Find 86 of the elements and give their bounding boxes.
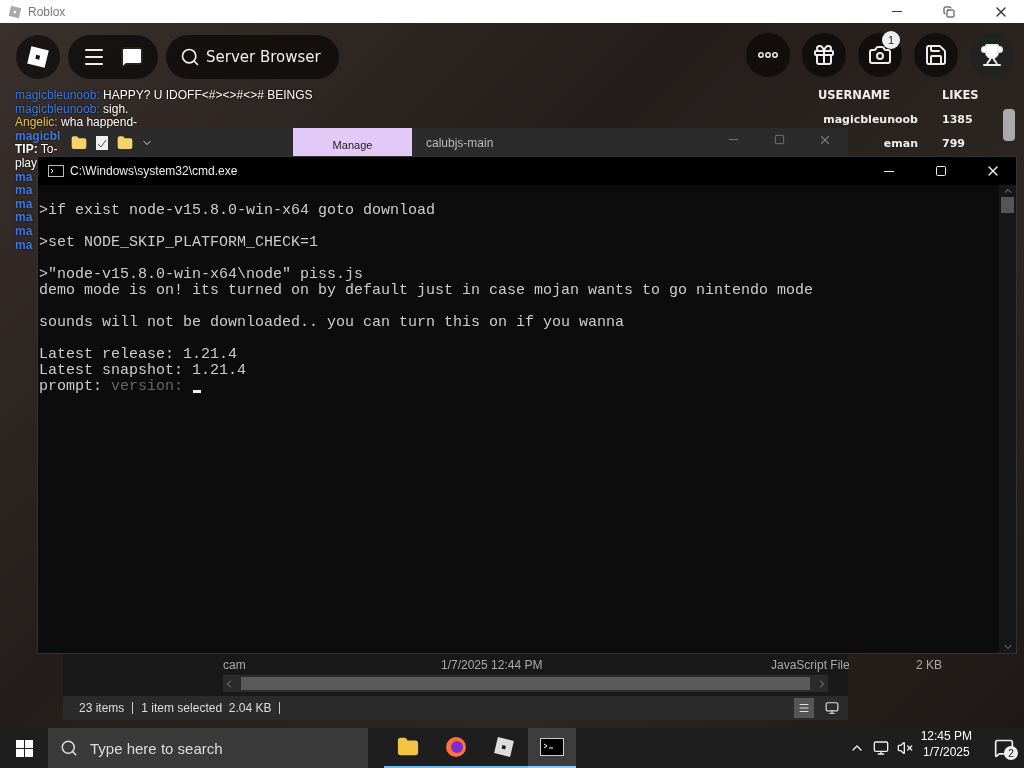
gift-icon: [812, 43, 836, 67]
console-line: >set NODE_SKIP_PLATFORM_CHECK=1: [39, 235, 319, 251]
minimize-icon: [884, 170, 894, 172]
terminal-icon: [540, 738, 564, 756]
folder-icon[interactable]: [71, 134, 87, 151]
vertical-scrollbar[interactable]: [999, 185, 1016, 653]
chat-message: magicbl: [15, 129, 61, 144]
more-button[interactable]: [746, 33, 790, 77]
minimize-icon: [728, 139, 738, 140]
taskbar-app[interactable]: [528, 728, 576, 768]
console-line: demo mode is on! its turned on by default just in case mojan wants to go nintendo mode: [39, 283, 814, 299]
tilted-square-logo-icon: [8, 4, 22, 19]
trophy-icon: [980, 43, 1004, 67]
console-line: >"node-v15.8.0-win-x64\node" piss.js: [39, 267, 364, 283]
folder-icon: [397, 736, 419, 758]
console-line: Latest snapshot: 1.21.4: [39, 363, 247, 379]
tilted-square-logo-icon: [26, 45, 50, 69]
window-title: Roblox: [28, 4, 66, 19]
ribbon-tab[interactable]: Manage: [293, 128, 412, 157]
username-cell: eman: [883, 137, 918, 150]
console-line: Latest release: 1.21.4: [39, 347, 238, 363]
maximize-icon: [935, 165, 947, 177]
monitor-icon: [825, 701, 839, 715]
username-cell: magicbleunoob: [823, 113, 918, 126]
notifications-button[interactable]: 2: [984, 728, 1024, 768]
modified-cell-text: 1/7/2025 12:44 PM: [441, 657, 544, 672]
horizontal-scrollbar[interactable]: [223, 675, 828, 692]
file-name-cell-text: cam: [223, 657, 247, 672]
chat-message: Angelic: wha happend-: [15, 116, 138, 130]
scroll-thumb[interactable]: [241, 677, 810, 690]
likes-cell-text: 799: [942, 137, 966, 150]
scroll-thumb[interactable]: [1003, 109, 1015, 141]
type-cell-text: JavaScript File: [771, 657, 851, 672]
status-text: 23 items: [79, 701, 125, 715]
chat-button[interactable]: [120, 45, 144, 69]
likes-cell-text: 1385: [942, 113, 974, 126]
text-cursor: [193, 389, 201, 393]
window-title: C:\Windows\system32\cmd.exe: [70, 164, 238, 178]
column-header: LIKES: [942, 88, 980, 102]
checklist-icon[interactable]: [95, 134, 109, 151]
restore-icon: [943, 5, 955, 18]
chat-message: ma: [15, 197, 33, 212]
trophy-button[interactable]: [970, 33, 1014, 77]
console-line: sounds will not be downloaded.. you can turn this on if you wanna: [39, 315, 625, 331]
chat-message: magicbleunoob: sigh.: [15, 102, 129, 117]
column-header: USERNAME: [818, 88, 892, 102]
chat-message: ma: [15, 170, 33, 185]
chat-message: ma: [15, 211, 33, 225]
size-cell-text: 2 KB: [916, 657, 943, 672]
fox-globe-icon: [445, 736, 467, 758]
details-view-button[interactable]: [794, 698, 814, 718]
chat-message: TIP: To-: [15, 143, 58, 157]
search-icon: [180, 47, 200, 67]
camera-button[interactable]: 1: [858, 33, 902, 77]
save-button[interactable]: [914, 33, 958, 77]
chat-icon: [120, 45, 144, 69]
status-text: 1 item selected 2.04 KB: [141, 701, 272, 715]
network-icon[interactable]: [872, 740, 889, 756]
home-button[interactable]: [16, 35, 60, 79]
chat-message: ma: [15, 184, 33, 198]
server-browser-button[interactable]: Server Browser: [166, 35, 339, 79]
three-dots-icon: [758, 52, 778, 58]
list-icon: [798, 702, 810, 714]
prompt-input[interactable]: version:: [111, 379, 191, 395]
chat-message: play: [15, 156, 37, 171]
camera-icon: [868, 43, 892, 67]
maximize-icon: [773, 134, 785, 145]
chat-message: magicbleunoob: HAPPY? U IDOFF<#><>#<># BEINGS: [15, 89, 313, 103]
prompt-label: prompt:: [39, 379, 102, 395]
console-line: >if exist node-v15.8.0-win-x64 goto download: [39, 203, 436, 219]
search-input[interactable]: Type here to search: [88, 738, 368, 758]
muted-speaker-icon[interactable]: [896, 740, 913, 756]
windows-logo-icon: [15, 739, 33, 757]
search-field[interactable]: Type here to search: [48, 728, 368, 768]
chat-message: ma: [15, 238, 33, 253]
chat-message: ma: [15, 224, 33, 239]
tilted-square-logo-icon: [493, 736, 515, 758]
clock[interactable]: 12:45 PM 1/7/2025: [920, 728, 972, 768]
folder-icon[interactable]: [117, 134, 133, 151]
notification-badge: 1: [882, 31, 900, 49]
scroll-thumb[interactable]: [1001, 197, 1014, 213]
search-icon: [60, 739, 78, 757]
minimize-icon: [892, 11, 902, 12]
terminal-icon: [48, 165, 64, 177]
gift-button[interactable]: [802, 33, 846, 77]
window-title: calubjs-main: [426, 135, 494, 150]
